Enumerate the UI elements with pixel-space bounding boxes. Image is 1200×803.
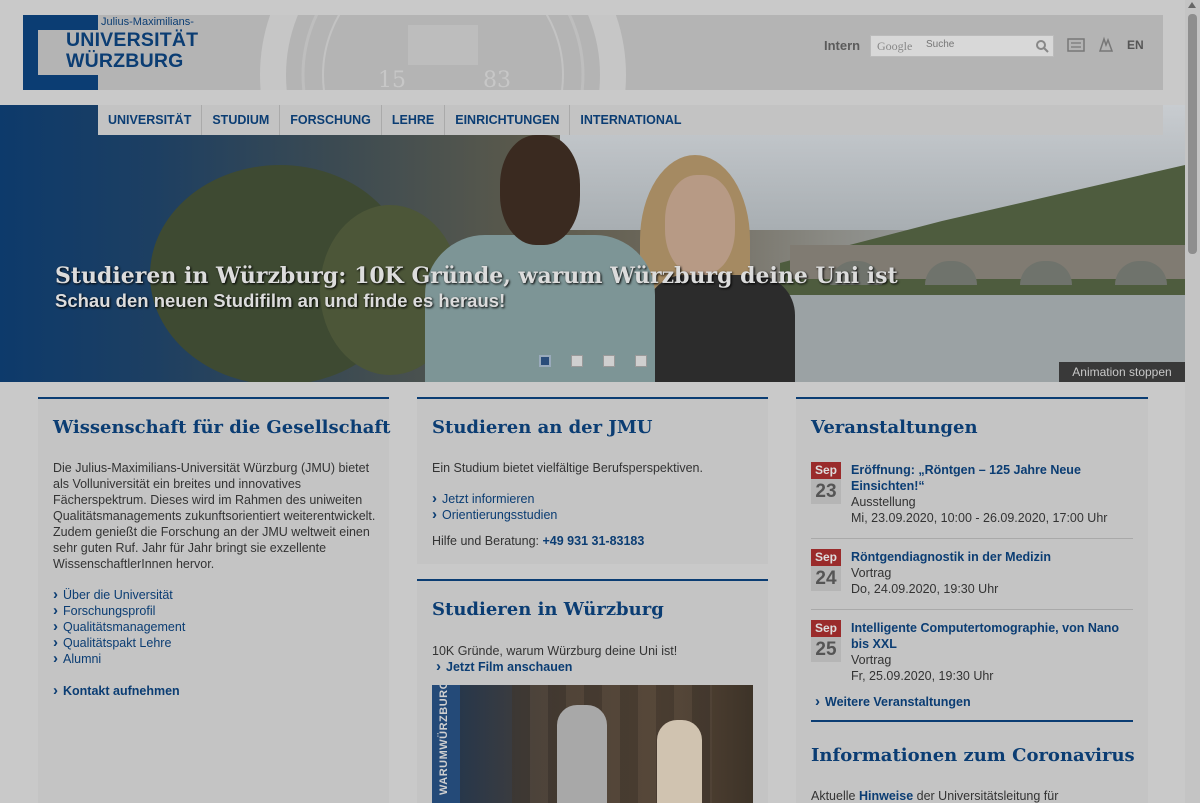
nav-forschung[interactable]: FORSCHUNG <box>280 105 382 135</box>
scroll-up-arrow-icon[interactable] <box>1188 2 1196 8</box>
link-alumni[interactable]: Alumni <box>53 651 101 667</box>
link-jetzt-informieren[interactable]: Jetzt informieren <box>432 491 534 507</box>
language-switch-en[interactable]: EN <box>1127 38 1144 52</box>
nav-international[interactable]: INTERNATIONAL <box>570 105 691 135</box>
slider-dot-1[interactable] <box>539 355 551 367</box>
corona-text-post: der Universitätsleitung für <box>916 789 1059 803</box>
panel-text: Ein Studium bietet vielfältige Berufsper… <box>432 461 703 475</box>
svg-text:83: 83 <box>483 68 511 90</box>
university-seal-watermark: 15 83 <box>260 15 626 90</box>
event-type: Vortrag <box>851 653 892 667</box>
film-person <box>657 720 702 803</box>
film-label: WARUMWÜRZBURG <box>438 685 450 795</box>
event-title[interactable]: Intelligente Computertomographie, von Na… <box>851 620 1136 652</box>
nav-universitaet[interactable]: UNIVERSITÄT <box>98 105 203 135</box>
hero-title[interactable]: Studieren in Würzburg: 10K Gründe, warum… <box>55 263 898 289</box>
event-item[interactable]: Sep 25 Intelligente Computertomographie,… <box>811 620 1133 696</box>
panel-text: 10K Gründe, warum Würzburg deine Uni ist… <box>432 644 678 658</box>
panel-title: Veranstaltungen <box>811 417 978 438</box>
main-navigation: UNIVERSITÄT STUDIUM FORSCHUNG LEHRE EINR… <box>98 105 1163 135</box>
slider-dot-2[interactable] <box>571 355 583 367</box>
event-item[interactable]: Sep 23 Eröffnung: „Röntgen – 125 Jahre N… <box>811 462 1133 538</box>
university-logo[interactable]: Julius-Maximilians- UNIVERSITÄT WÜRZBURG <box>23 15 198 90</box>
event-title[interactable]: Röntgendiagnostik in der Medizin <box>851 549 1136 565</box>
nav-lehre[interactable]: LEHRE <box>382 105 446 135</box>
event-day: 24 <box>811 566 841 591</box>
site-header: 15 83 Julius-Maximilians- UNIVERSITÄT WÜ… <box>23 15 1163 90</box>
intern-link[interactable]: Intern <box>824 38 860 53</box>
panel-studieren-jmu: Studieren an der JMU Ein Studium bietet … <box>417 397 768 564</box>
slider-dot-3[interactable] <box>603 355 615 367</box>
event-date: Sep 25 <box>811 620 841 662</box>
event-month: Sep <box>811 620 841 637</box>
search-input[interactable] <box>926 39 1026 50</box>
scroll-thumb[interactable] <box>1188 14 1197 254</box>
event-date: Sep 23 <box>811 462 841 504</box>
link-qualitaetspakt-lehre[interactable]: Qualitätspakt Lehre <box>53 635 171 651</box>
event-date: Sep 24 <box>811 549 841 591</box>
logo-line2: WÜRZBURG <box>66 50 184 72</box>
panel-studieren-wuerzburg: Studieren in Würzburg 10K Gründe, warum … <box>417 579 768 803</box>
corona-title: Informationen zum Coronavirus <box>811 745 1135 766</box>
film-person <box>557 705 607 803</box>
link-qualitaetsmanagement[interactable]: Qualitätsmanagement <box>53 619 185 635</box>
event-divider <box>811 538 1133 539</box>
hero-person-head <box>500 135 580 245</box>
panel-text: Die Julius-Maximilians-Universität Würzb… <box>53 461 376 571</box>
help-phone-link[interactable]: +49 931 31-83183 <box>543 534 645 548</box>
event-day: 25 <box>811 637 841 662</box>
event-time: Do, 24.09.2020, 19:30 Uhr <box>851 582 999 596</box>
sign-language-icon[interactable] <box>1066 35 1086 55</box>
svg-text:15: 15 <box>378 68 406 90</box>
panel-title: Studieren an der JMU <box>432 417 653 438</box>
hero-person-body <box>645 275 795 382</box>
link-ueber-universitaet[interactable]: Über die Universität <box>53 587 173 603</box>
link-orientierungsstudien[interactable]: Orientierungsstudien <box>432 507 557 523</box>
hero-person-face <box>665 175 735 275</box>
corona-hinweise-link[interactable]: Hinweise <box>859 789 913 803</box>
panel-veranstaltungen: Veranstaltungen Sep 23 Eröffnung: „Röntg… <box>796 397 1148 803</box>
nav-einrichtungen[interactable]: EINRICHTUNGEN <box>445 105 571 135</box>
event-title[interactable]: Eröffnung: „Röntgen – 125 Jahre Neue Ein… <box>851 462 1136 494</box>
event-time: Fr, 25.09.2020, 19:30 Uhr <box>851 669 994 683</box>
link-film-anschauen[interactable]: Jetzt Film anschauen <box>436 659 572 675</box>
logo-line1: UNIVERSITÄT <box>66 29 199 51</box>
slider-dots <box>539 355 647 367</box>
link-kontakt[interactable]: Kontakt aufnehmen <box>53 683 180 699</box>
event-item[interactable]: Sep 24 Röntgendiagnostik in der Medizin … <box>811 549 1133 609</box>
corona-text: Aktuelle Hinweise der Universitätsleitun… <box>811 788 1058 803</box>
panel-title: Wissenschaft für die Gesellschaft <box>53 417 391 438</box>
page-scrollbar[interactable] <box>1185 0 1200 803</box>
link-forschungsprofil[interactable]: Forschungsprofil <box>53 603 155 619</box>
slider-dot-4[interactable] <box>635 355 647 367</box>
event-month: Sep <box>811 462 841 479</box>
corona-text-pre: Aktuelle <box>811 789 856 803</box>
google-brand: Google <box>877 39 913 53</box>
panel-title: Studieren in Würzburg <box>432 599 664 620</box>
help-label: Hilfe und Beratung: <box>432 534 540 548</box>
easy-language-icon[interactable] <box>1096 35 1116 55</box>
hero-subtitle[interactable]: Schau den neuen Studifilm an und finde e… <box>55 290 505 312</box>
event-time: Mi, 23.09.2020, 10:00 - 26.09.2020, 17:0… <box>851 511 1108 525</box>
hero-slider[interactable]: Studieren in Würzburg: 10K Gründe, warum… <box>0 105 1185 382</box>
event-type: Vortrag <box>851 566 892 580</box>
event-day: 23 <box>811 479 841 504</box>
nav-studium[interactable]: STUDIUM <box>202 105 281 135</box>
logo-subtitle: Julius-Maximilians- <box>101 16 194 28</box>
event-month: Sep <box>811 549 841 566</box>
event-type: Ausstellung <box>851 495 916 509</box>
film-thumbnail[interactable]: WARUMWÜRZBURG <box>432 685 753 803</box>
search-box[interactable]: Google <box>870 35 1054 57</box>
search-icon[interactable] <box>1035 39 1049 53</box>
animation-stop-button[interactable]: Animation stoppen <box>1059 362 1185 382</box>
section-divider <box>811 720 1133 722</box>
help-line: Hilfe und Beratung: +49 931 31-83183 <box>432 533 644 549</box>
link-weitere-veranstaltungen[interactable]: Weitere Veranstaltungen <box>815 694 971 710</box>
event-divider <box>811 609 1133 610</box>
panel-wissenschaft: Wissenschaft für die Gesellschaft Die Ju… <box>38 397 391 803</box>
